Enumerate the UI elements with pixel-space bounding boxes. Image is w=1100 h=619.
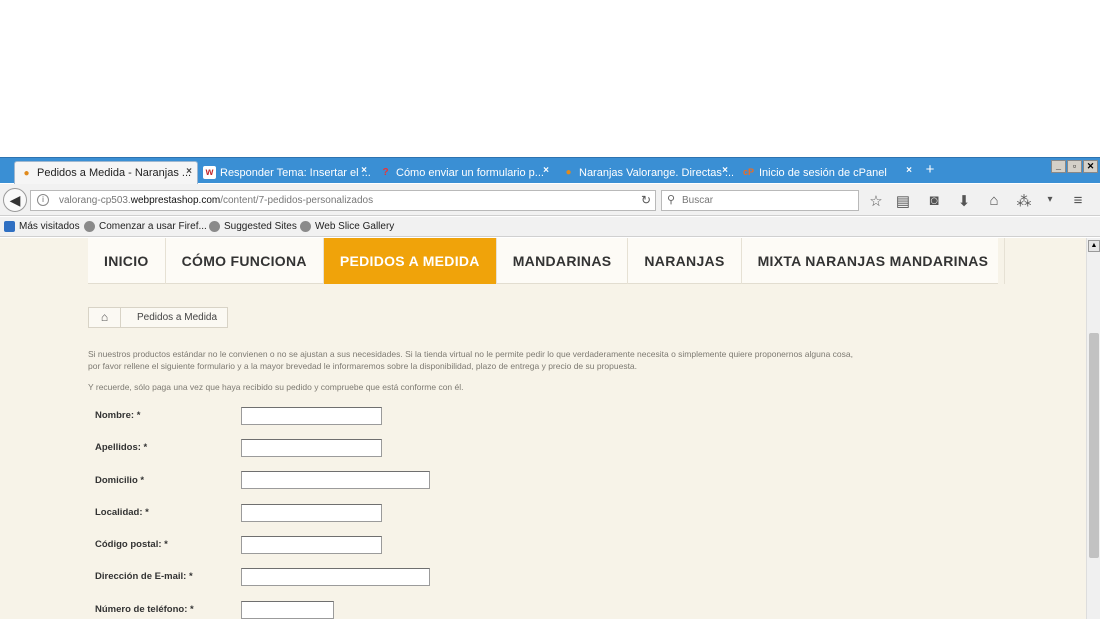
question-icon: ? [382,167,389,178]
extension-icon[interactable]: ⁂ [1014,192,1034,210]
intro-text: Si nuestros productos estándar no le con… [88,348,1008,372]
window-controls: _ ▫ ✕ [1051,160,1098,173]
pocket-icon[interactable]: ◙ [924,192,944,209]
bookmark-label: Comenzar a usar Firef... [99,221,207,232]
home-icon[interactable]: ⌂ [984,192,1004,209]
menu-icon[interactable]: ≡ [1068,192,1088,209]
globe-icon [209,221,220,232]
reload-icon[interactable]: ↻ [641,191,651,210]
bookmarks-toolbar: Más visitados Comenzar a usar Firef... S… [0,217,1100,237]
close-icon[interactable]: × [906,165,912,176]
close-icon[interactable]: × [543,165,549,176]
page-content: INICIO CÓMO FUNCIONA PEDIDOS A MEDIDA MA… [0,238,1086,619]
main-menu: INICIO CÓMO FUNCIONA PEDIDOS A MEDIDA MA… [88,238,1006,284]
home-icon[interactable]: ⌂ [89,308,121,327]
info-icon: i [37,194,49,206]
tab-naranjas-valorange[interactable]: ● Naranjas Valorange. Directas ... × [557,161,733,184]
bookmark-label: Suggested Sites [224,221,297,232]
search-input[interactable]: ⚲ Buscar [661,190,859,211]
intro-line-3: Y recuerde, sólo paga una vez que haya r… [88,382,464,392]
nombre-field[interactable] [241,407,382,425]
label-localidad: Localidad: * [95,507,149,518]
minimize-button[interactable]: _ [1051,160,1066,173]
folder-icon [4,221,15,232]
bookmark-web-slice-gallery[interactable]: Web Slice Gallery [300,221,394,232]
bookmark-label: Web Slice Gallery [315,221,395,232]
menu-item-mandarinas[interactable]: MANDARINAS [497,238,629,284]
tab-label: Inicio de sesión de cPanel [759,166,887,179]
url-path: /content/7-pedidos-personalizados [220,195,374,206]
localidad-field[interactable] [241,504,382,522]
label-nombre: Nombre: * [95,410,141,421]
tab-label: Pedidos a Medida - Naranjas ... [37,167,192,179]
back-button[interactable]: ◀ [3,188,27,212]
cpanel-icon: cP [742,167,754,177]
menu-item-como-funciona[interactable]: CÓMO FUNCIONA [166,238,324,284]
search-icon: ⚲ [667,194,676,206]
menu-item-mixta[interactable]: MIXTA NARANJAS MANDARINAS [742,238,1006,284]
tab-strip: ● Pedidos a Medida - Naranjas ... × w Re… [0,157,1100,184]
menu-item-inicio[interactable]: INICIO [88,238,166,284]
scroll-thumb[interactable] [1089,333,1099,558]
new-tab-button[interactable]: + [920,161,940,178]
tab-responder-tema[interactable]: w Responder Tema: Insertar el ... × [198,161,372,184]
chevron-down-icon[interactable]: ▾ [1040,194,1060,205]
blank-area [0,0,1100,157]
tab-como-enviar[interactable]: ? Cómo enviar un formulario p... × [374,161,554,184]
telefono-field[interactable] [241,601,334,619]
apellidos-field[interactable] [241,439,382,457]
intro-line-1: Si nuestros productos estándar no le con… [88,349,853,359]
menu-item-pedidos-a-medida[interactable]: PEDIDOS A MEDIDA [323,238,497,284]
bookmark-comenzar[interactable]: Comenzar a usar Firef... [84,221,207,232]
url-domain: webprestashop.com [130,195,221,206]
tab-label: Cómo enviar un formulario p... [396,166,544,179]
url-bar[interactable]: i valorang-cp503.webprestashop.com/conte… [30,190,656,211]
download-icon[interactable]: ⬇ [954,192,974,210]
email-field[interactable] [241,568,430,586]
label-codigo-postal: Código postal: * [95,539,168,550]
globe-icon [300,221,311,232]
breadcrumb-current: Pedidos a Medida [137,312,218,323]
orange-leaf-icon: ● [565,167,572,178]
arrow-left-icon: ◀ [9,192,21,208]
domicilio-field[interactable] [241,471,430,489]
label-telefono: Número de teléfono: * [95,604,194,615]
page-scrollbar[interactable]: ▲ [1086,238,1100,619]
bookmark-mas-visitados[interactable]: Más visitados [4,221,80,232]
menu-item-naranjas[interactable]: NARANJAS [628,238,742,284]
tab-cpanel[interactable]: cP Inicio de sesión de cPanel × [737,161,917,184]
navigation-bar: ◀ i valorang-cp503.webprestashop.com/con… [0,184,1100,216]
globe-icon [84,221,95,232]
close-icon[interactable]: × [722,165,728,176]
search-placeholder: Buscar [682,195,714,206]
close-icon[interactable]: × [186,166,192,177]
reading-list-icon[interactable]: ▤ [893,192,913,210]
close-window-button[interactable]: ✕ [1083,160,1098,173]
bookmark-star-icon[interactable]: ☆ [866,192,886,210]
label-domicilio: Domicilio * [95,475,145,486]
breadcrumb: ⌂ Pedidos a Medida [88,307,229,328]
scroll-up-button[interactable]: ▲ [1088,240,1100,252]
tab-label: Responder Tema: Insertar el ... [220,166,371,179]
tab-pedidos-a-medida[interactable]: ● Pedidos a Medida - Naranjas ... × [14,161,198,184]
restore-button[interactable]: ▫ [1067,160,1082,173]
codigo-postal-field[interactable] [241,536,382,554]
close-icon[interactable]: × [361,165,367,176]
label-email: Dirección de E-mail: * [95,571,193,582]
orange-leaf-icon: ● [23,168,30,179]
tab-label: Naranjas Valorange. Directas ... [579,166,733,179]
url-prefix: valorang-cp503. [59,195,131,206]
intro-line-2: por favor rellene el siguiente formulari… [88,361,638,371]
label-apellidos: Apellidos: * [95,442,148,453]
bookmark-label: Más visitados [19,221,80,232]
bookmark-suggested-sites[interactable]: Suggested Sites [209,221,297,232]
w-icon: w [203,166,216,179]
